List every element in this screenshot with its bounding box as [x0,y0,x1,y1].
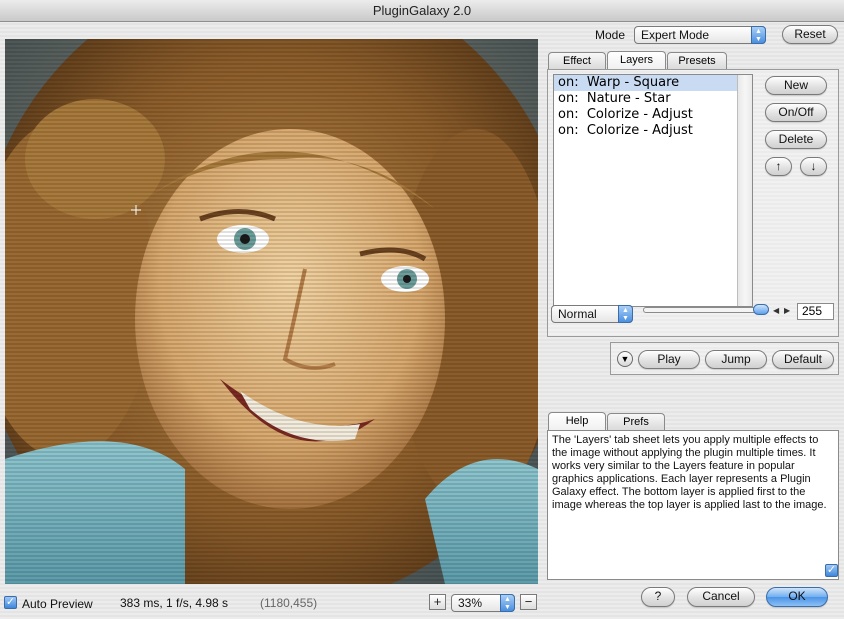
plugin-window: Mode Expert Mode ▲ ▼ Reset Effect Layers … [0,22,844,619]
zoom-value: 33% [458,596,483,610]
auto-preview-label: Auto Preview [22,597,93,611]
tab-presets[interactable]: Presets [667,52,727,69]
expand-triangle-icon[interactable]: ▼ [617,351,633,367]
layer-item-2[interactable]: on: Nature - Star [554,91,752,107]
arrow-down-icon: ↓ [810,159,817,173]
toggle-layer-button[interactable]: On/Off [765,103,827,122]
layer-name: Colorize - Adjust [586,107,693,122]
layer-name: Colorize - Adjust [586,123,693,138]
opacity-slider-thumb[interactable] [753,304,769,315]
cursor-coords: (1180,455) [260,596,318,610]
jump-button[interactable]: Jump [705,350,767,369]
mode-label: Mode [595,28,626,42]
plus-icon: + [433,594,442,609]
chevron-updown-icon: ▲ ▼ [500,594,515,612]
layer-item-4[interactable]: on: Colorize - Adjust [554,123,752,139]
decrement-arrow-icon[interactable]: ◀ [773,306,779,315]
tab-help[interactable]: Help [548,412,606,430]
zoom-out-button[interactable]: − [520,594,537,610]
mode-select-value: Expert Mode [641,28,710,42]
auto-preview-checkbox[interactable]: ✓ [4,596,17,609]
tab-prefs[interactable]: Prefs [607,413,665,430]
layer-name: Warp - Square [586,75,680,90]
help-button[interactable]: ? [641,587,675,607]
help-checkbox[interactable]: ✓ [825,564,838,577]
layer-item-1[interactable]: on: Warp - Square [554,75,752,91]
checkmark-icon: ✓ [826,564,837,576]
chevron-updown-icon: ▲ ▼ [751,26,766,44]
arrow-up-icon: ↑ [775,159,782,173]
reset-button[interactable]: Reset [782,25,838,44]
timing-readout: 383 ms, 1 f/s, 4.98 s [120,596,229,610]
move-layer-up-button[interactable]: ↑ [765,157,792,176]
move-layer-down-button[interactable]: ↓ [800,157,827,176]
portrait-photo [5,39,538,584]
opacity-slider-track[interactable] [643,307,769,313]
checkmark-icon: ✓ [5,596,16,608]
layer-list[interactable]: on: Warp - Square on: Nature - Star on: … [553,74,753,307]
delete-layer-button[interactable]: Delete [765,130,827,149]
increment-arrow-icon[interactable]: ▶ [784,306,790,315]
default-button[interactable]: Default [772,350,834,369]
layer-list-scrollbar[interactable] [737,75,752,306]
window-title: PluginGalaxy 2.0 [0,0,844,22]
layer-state: on: [558,75,579,90]
cancel-button[interactable]: Cancel [687,587,755,607]
new-layer-button[interactable]: New [765,76,827,95]
chevron-updown-icon: ▲ ▼ [618,305,633,323]
play-button[interactable]: Play [638,350,700,369]
layer-state: on: [558,91,579,106]
layer-state: on: [558,123,579,138]
minus-icon: − [524,594,533,609]
zoom-in-button[interactable]: + [429,594,446,610]
layer-item-3[interactable]: on: Colorize - Adjust [554,107,752,123]
tab-layers[interactable]: Layers [607,51,666,69]
opacity-field[interactable]: 255 [797,303,834,320]
tab-effect[interactable]: Effect [548,52,606,69]
blend-mode-select[interactable]: Normal ▲ ▼ [551,305,633,323]
help-text: The 'Layers' tab sheet lets you apply mu… [552,434,827,511]
mode-select[interactable]: Expert Mode ▲ ▼ [634,26,766,44]
help-text-box: The 'Layers' tab sheet lets you apply mu… [547,430,839,580]
layer-name: Nature - Star [586,91,671,106]
layer-state: on: [558,107,579,122]
zoom-select[interactable]: 33% ▲ ▼ [451,594,515,612]
blend-mode-value: Normal [558,307,597,321]
preview-image[interactable] [5,39,538,584]
ok-button[interactable]: OK [766,587,828,607]
